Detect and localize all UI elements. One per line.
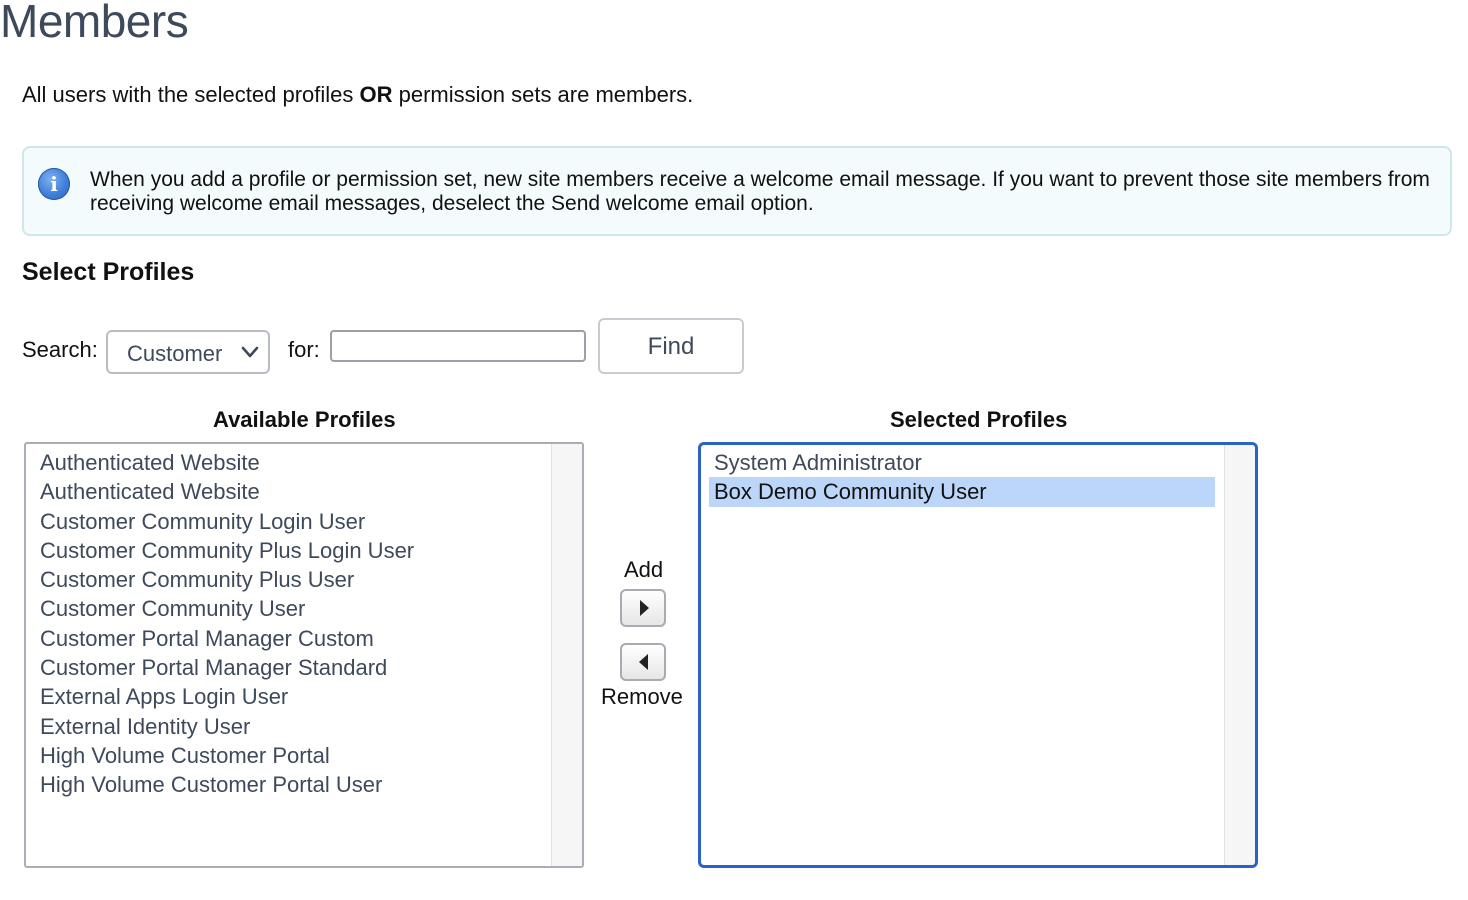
chevron-down-icon xyxy=(241,346,259,358)
search-label: Search: xyxy=(22,337,98,362)
info-message-text: When you add a profile or permission set… xyxy=(90,168,1430,215)
info-icon: i xyxy=(38,168,70,200)
arrow-right-icon xyxy=(640,600,649,616)
list-item[interactable]: System Administrator xyxy=(709,448,1215,477)
list-item[interactable]: Customer Community User xyxy=(26,594,550,623)
search-type-value: Customer xyxy=(127,341,223,366)
list-item[interactable]: External Identity User xyxy=(26,712,550,741)
list-item[interactable]: High Volume Customer Portal xyxy=(26,741,550,770)
members-description: All users with the selected profiles OR … xyxy=(22,82,693,108)
list-item[interactable]: High Volume Customer Portal User xyxy=(26,770,550,799)
list-item[interactable]: Authenticated Website xyxy=(26,448,550,477)
for-label: for: xyxy=(288,337,320,362)
selected-profiles-items: System Administrator Box Demo Community U… xyxy=(701,448,1223,507)
available-profiles-list[interactable]: Authenticated Website Authenticated Websi… xyxy=(24,442,584,868)
info-message-box: i When you add a profile or permission s… xyxy=(22,146,1452,236)
list-item[interactable]: Box Demo Community User xyxy=(709,477,1215,507)
available-profiles-header: Available Profiles xyxy=(213,407,396,432)
list-item[interactable]: Customer Community Login User xyxy=(26,507,550,536)
list-item[interactable]: Customer Portal Manager Standard xyxy=(26,653,550,682)
arrow-left-icon xyxy=(639,654,648,670)
intro-text-bold: OR xyxy=(359,82,393,107)
section-title: Select Profiles xyxy=(22,258,195,286)
find-button[interactable]: Find xyxy=(598,318,744,374)
remove-button[interactable] xyxy=(620,643,666,681)
page-title: Members xyxy=(0,0,189,47)
list-item[interactable]: Customer Community Plus User xyxy=(26,565,550,594)
remove-label: Remove xyxy=(601,684,683,709)
selected-list-scrollbar[interactable] xyxy=(1224,445,1255,865)
selected-profiles-header: Selected Profiles xyxy=(890,407,1068,432)
search-input[interactable] xyxy=(330,330,586,362)
intro-text-before: All users with the selected profiles xyxy=(22,82,360,107)
list-item[interactable]: External Apps Login User xyxy=(26,682,550,711)
available-list-scrollbar[interactable] xyxy=(551,444,582,866)
list-item[interactable]: Customer Portal Manager Custom xyxy=(26,624,550,653)
available-profiles-items: Authenticated Website Authenticated Websi… xyxy=(26,448,550,800)
add-label: Add xyxy=(624,557,664,582)
intro-text-after: permission sets are members. xyxy=(392,82,694,107)
list-item[interactable]: Authenticated Website xyxy=(26,477,550,506)
list-item[interactable]: Customer Community Plus Login User xyxy=(26,536,550,565)
add-button[interactable] xyxy=(620,589,666,627)
search-type-select[interactable]: Customer xyxy=(106,330,270,374)
selected-profiles-list[interactable]: System Administrator Box Demo Community U… xyxy=(698,442,1258,868)
